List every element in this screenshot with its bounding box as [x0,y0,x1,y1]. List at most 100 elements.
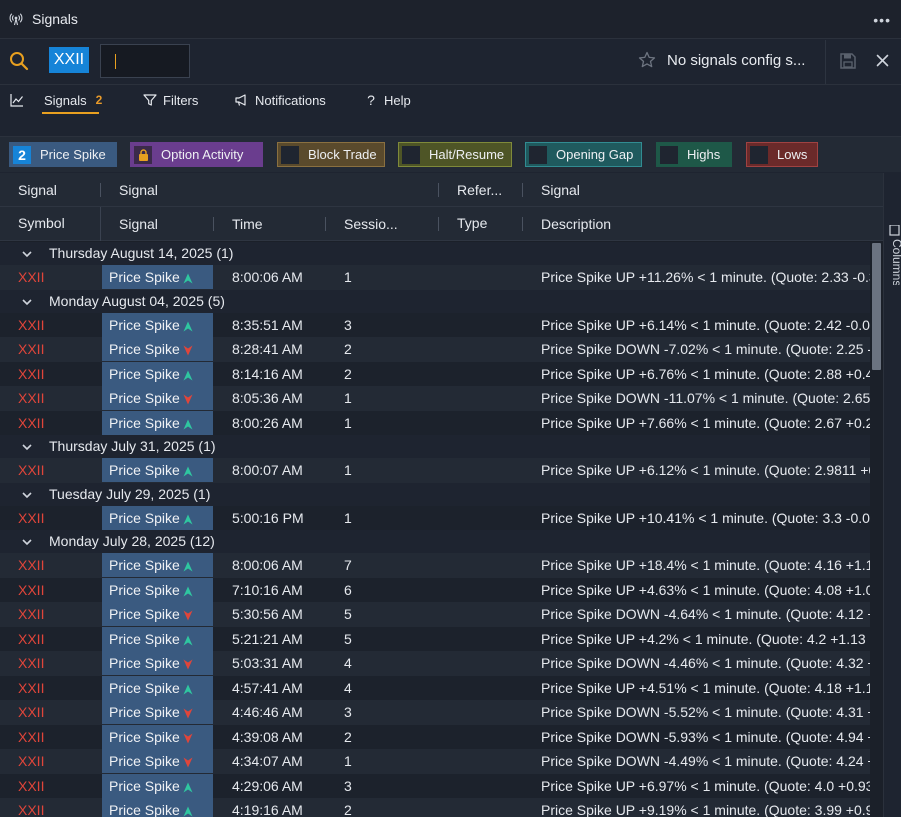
cell-signal[interactable]: Price Spike [102,798,213,817]
cell-symbol[interactable]: XXII [18,390,44,406]
table-row[interactable]: XXII Price Spike 5:00:16 PM 1 Price Spike UP… [0,505,870,530]
filter-chip-highs[interactable]: Highs [656,142,732,167]
filter-chip-halt-resume[interactable]: Halt/Resume [398,142,512,167]
cell-signal[interactable]: Price Spike [102,312,213,337]
checkbox[interactable] [750,145,768,164]
column-header-signal[interactable]: Signal [119,216,158,232]
chevron-down-icon[interactable] [21,488,33,504]
symbol-input[interactable] [100,44,190,78]
cell-description: Price Spike UP +9.19% < 1 minute. (Quote… [541,802,870,817]
search-icon[interactable] [9,51,29,74]
cell-symbol[interactable]: XXII [18,462,44,478]
table-row[interactable]: XXII Price Spike 7:10:16 AM 6 Price Spike UP… [0,577,870,602]
save-icon[interactable] [839,52,857,73]
tab-signals[interactable]: Signals 2 [10,85,102,115]
cell-symbol[interactable]: XXII [18,729,44,745]
filter-chip-lows[interactable]: Lows [746,142,818,167]
scrollbar-thumb[interactable] [872,243,881,370]
tab-notifications[interactable]: Notifications [234,85,326,115]
group-row[interactable]: Thursday July 31, 2025 (1) [0,435,870,458]
table-row[interactable]: XXII Price Spike 4:39:08 AM 2 Price Spike DO… [0,724,870,749]
cell-signal[interactable]: Price Spike [102,410,213,435]
cell-signal[interactable]: Price Spike [102,337,213,361]
signals-config-status[interactable]: No signals config s... [667,52,805,69]
tab-help[interactable]: ? Help [364,85,411,115]
cell-symbol[interactable]: XXII [18,606,44,622]
cell-signal[interactable]: Price Spike [102,602,213,626]
cell-symbol[interactable]: XXII [18,317,44,333]
group-row[interactable]: Tuesday July 29, 2025 (1) [0,482,870,506]
checkbox[interactable] [402,145,420,164]
table-row[interactable]: XXII Price Spike 8:00:26 AM 1 Price Spike UP… [0,410,870,435]
table-row[interactable]: XXII Price Spike 4:57:41 AM 4 Price Spike UP… [0,675,870,700]
close-icon[interactable] [876,54,889,70]
table-row[interactable]: XXII Price Spike 4:19:16 AM 2 Price Spike UP… [0,798,870,817]
filter-chip-block-trade[interactable]: Block Trade [277,142,385,167]
cell-symbol[interactable]: XXII [18,704,44,720]
cell-signal[interactable]: Price Spike [102,651,213,675]
tab-filters[interactable]: Filters [143,85,198,115]
chevron-down-icon[interactable] [21,440,33,456]
table-row[interactable]: XXII Price Spike 8:28:41 AM 2 Price Spike DO… [0,337,870,362]
cell-signal[interactable]: Price Spike [102,265,213,289]
cell-signal[interactable]: Price Spike [102,458,213,482]
table-row[interactable]: XXII Price Spike 5:21:21 AM 5 Price Spike UP… [0,626,870,651]
cell-symbol[interactable]: XXII [18,510,44,526]
checkbox[interactable] [529,145,547,164]
cell-symbol[interactable]: XXII [18,753,44,769]
chevron-down-icon[interactable] [21,247,33,263]
table-row[interactable]: XXII Price Spike 8:00:07 AM 1 Price Spike UP… [0,458,870,483]
filter-chip-option-activity[interactable]: Option Activity [130,142,263,167]
filter-chip-price-spike[interactable]: 2 Price Spike [9,142,117,167]
cell-signal[interactable]: Price Spike [102,553,213,577]
cell-signal[interactable]: Price Spike [102,749,213,773]
symbol-chip[interactable]: XXII [49,47,89,73]
table-row[interactable]: XXII Price Spike 8:05:36 AM 1 Price Spike DO… [0,386,870,411]
cell-symbol[interactable]: XXII [18,778,44,794]
cell-symbol[interactable]: XXII [18,631,44,647]
cell-signal[interactable]: Price Spike [102,773,213,798]
table-row[interactable]: XXII Price Spike 8:00:06 AM 7 Price Spike UP… [0,553,870,578]
table-row[interactable]: XXII Price Spike 5:03:31 AM 4 Price Spike DO… [0,651,870,676]
cell-signal[interactable]: Price Spike [102,724,213,749]
filter-chip-opening-gap[interactable]: Opening Gap [525,142,642,167]
cell-symbol[interactable]: XXII [18,269,44,285]
column-header-type[interactable]: Type [457,215,487,231]
checkbox[interactable] [281,145,299,164]
cell-symbol[interactable]: XXII [18,655,44,671]
checkbox[interactable] [660,145,678,164]
table-row[interactable]: XXII Price Spike 8:35:51 AM 3 Price Spike UP… [0,312,870,337]
group-row[interactable]: Monday July 28, 2025 (12) [0,530,870,553]
cell-signal[interactable]: Price Spike [102,700,213,724]
star-icon[interactable] [638,51,656,72]
cell-signal[interactable]: Price Spike [102,505,213,530]
table-row[interactable]: XXII Price Spike 4:34:07 AM 1 Price Spike DO… [0,749,870,774]
cell-symbol[interactable]: XXII [18,802,44,817]
table-row[interactable]: XXII Price Spike 4:46:46 AM 3 Price Spike DO… [0,700,870,725]
cell-signal[interactable]: Price Spike [102,577,213,602]
group-row[interactable]: Monday August 04, 2025 (5) [0,289,870,313]
cell-symbol[interactable]: XXII [18,582,44,598]
column-header-time[interactable]: Time [232,216,263,232]
column-header-session[interactable]: Sessio... [344,216,398,232]
cell-signal[interactable]: Price Spike [102,386,213,410]
column-header-description[interactable]: Description [541,216,611,232]
cell-symbol[interactable]: XXII [18,415,44,431]
cell-signal[interactable]: Price Spike [102,626,213,651]
column-header-symbol[interactable]: Symbol [18,215,65,231]
table-row[interactable]: XXII Price Spike 8:14:16 AM 2 Price Spike UP… [0,361,870,386]
cell-symbol[interactable]: XXII [18,366,44,382]
table-row[interactable]: XXII Price Spike 4:29:06 AM 3 Price Spike UP… [0,773,870,798]
chevron-down-icon[interactable] [21,295,33,311]
more-icon[interactable]: ••• [873,12,891,28]
cell-symbol[interactable]: XXII [18,341,44,357]
table-row[interactable]: XXII Price Spike 8:00:06 AM 1 Price Spike UP… [0,265,870,290]
table-row[interactable]: XXII Price Spike 5:30:56 AM 5 Price Spike DO… [0,602,870,627]
cell-symbol[interactable]: XXII [18,557,44,573]
cell-signal[interactable]: Price Spike [102,361,213,386]
chevron-down-icon[interactable] [21,535,33,551]
group-row[interactable]: Thursday August 14, 2025 (1) [0,242,870,265]
cell-signal[interactable]: Price Spike [102,675,213,700]
cell-symbol[interactable]: XXII [18,680,44,696]
columns-panel-toggle[interactable]: Columns [889,224,901,288]
